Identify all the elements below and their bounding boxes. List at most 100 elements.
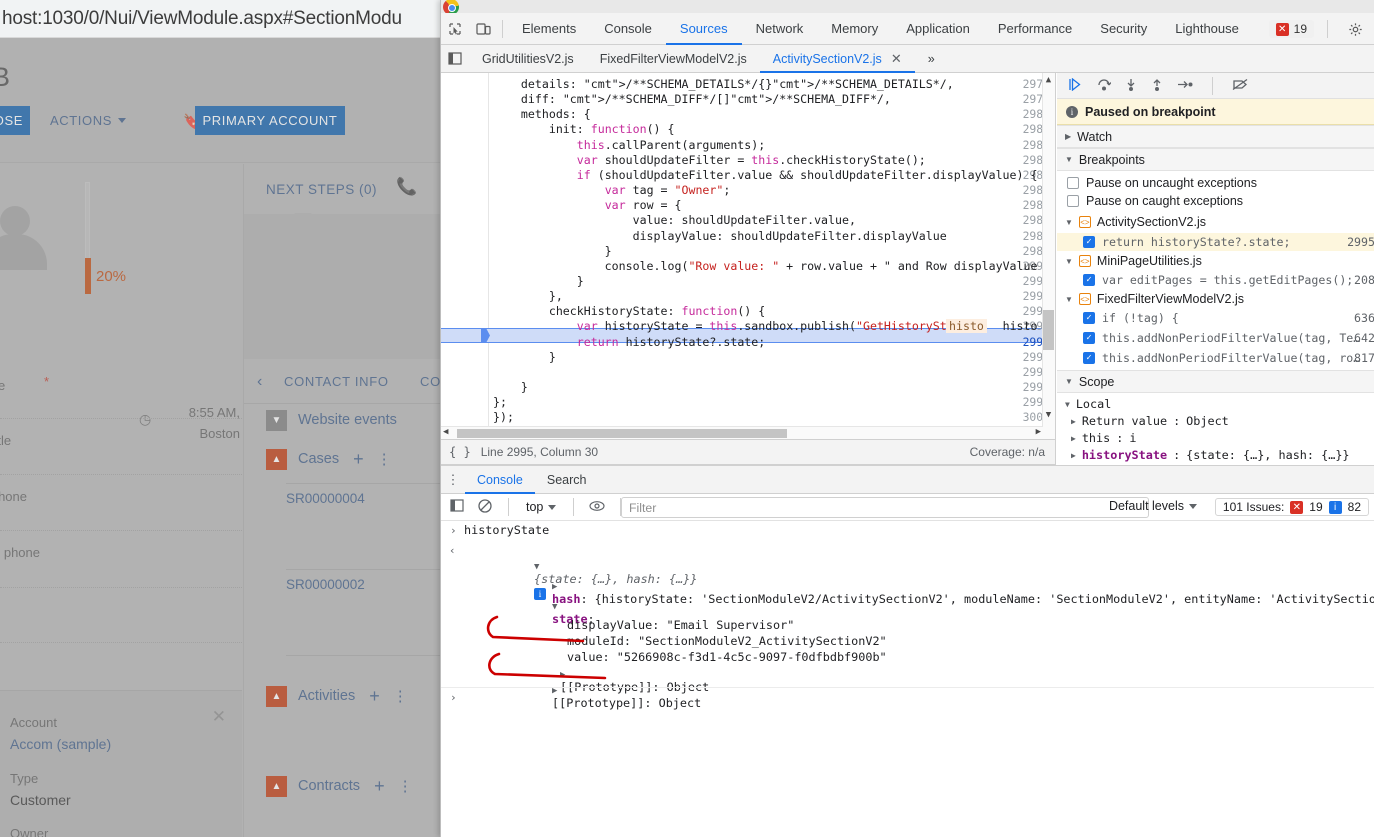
form-field-name[interactable]: ame * [0,364,242,419]
list-item[interactable]: SR00000004 [286,491,365,506]
form-field-mobilephone[interactable]: e phone [0,475,242,531]
inspect-element-icon[interactable] [441,13,469,45]
chevron-up-icon[interactable]: ▲ [266,685,287,707]
scroll-down-icon[interactable]: ▼ [1043,410,1054,423]
breakpoint-item[interactable]: ✓ this.addNonPeriodFilterValue(tag, Te… [1083,331,1360,345]
scroll-up-icon[interactable]: ▲ [1043,75,1054,88]
breakpoint-item[interactable]: ✓ return historyState?.state; [1083,235,1290,249]
breakpoint-marker[interactable] [481,328,490,343]
editor-horizontal-scrollbar[interactable]: ◀ ▶ [441,426,1043,439]
source-code-editor[interactable]: 2978 details: "cmt">/**SCHEMA_DETAILS*/{… [441,73,1056,439]
console-prompt-input[interactable] [464,690,1344,706]
checkbox[interactable]: ✓ [1083,332,1095,344]
tab-sources[interactable]: Sources [666,13,742,45]
code-line[interactable]: } [493,274,584,288]
log-level-selector[interactable]: Default levels [1109,499,1197,513]
code-line[interactable]: displayValue: shouldUpdateFilter.display… [493,229,947,243]
chevron-up-icon[interactable]: ▲ [266,775,287,797]
list-item[interactable]: SR00000002 [286,577,365,592]
drawer-tab-console[interactable]: Console [465,466,535,494]
breakpoint-item[interactable]: ✓ var editPages = this.getEditPages(); [1083,273,1353,287]
file-tab-fixedfilterviewmodel[interactable]: FixedFilterViewModelV2.js [587,45,760,73]
code-line[interactable]: methods: { [493,107,591,121]
code-line[interactable]: this.callParent(arguments); [493,138,765,152]
scope-local-header[interactable]: ▼ Local [1065,397,1111,411]
pause-caught-exceptions-row[interactable]: Pause on caught exceptions [1067,194,1243,208]
code-line[interactable]: var shouldUpdateFilter = this.checkHisto… [493,153,926,167]
close-button[interactable]: OSE [0,106,30,135]
live-expression-icon[interactable] [587,499,607,515]
checkbox[interactable]: ✓ [1083,352,1095,364]
checkbox[interactable]: ✓ [1083,236,1095,248]
next-steps-header[interactable]: NEXT STEPS (0) 📞 [244,164,456,214]
code-line[interactable]: details: "cmt">/**SCHEMA_DETAILS*/{}"cmt… [493,77,954,91]
checkbox[interactable] [1067,177,1079,189]
tab-lighthouse[interactable]: Lighthouse [1161,13,1253,45]
scope-item-return-value[interactable]: ▶ Return value: Object [1071,414,1229,428]
breakpoints-section-header[interactable]: ▼ Breakpoints [1057,148,1374,171]
code-line[interactable]: diff: "cmt">/**SCHEMA_DIFF*/[]"cmt">/**S… [493,92,891,106]
breakpoint-item[interactable]: ✓ if (!tag) { [1083,311,1179,325]
code-line[interactable]: console.log("Row value: " + row.value + … [493,259,1038,273]
resume-icon[interactable] [1069,77,1083,94]
actions-button[interactable]: ACTIONS [50,106,126,135]
breakpoint-file-fixedfilterviewmodel[interactable]: ▼ <> FixedFilterViewModelV2.js [1065,292,1244,306]
chevron-down-icon[interactable]: ▼ [266,409,287,431]
section-website-events[interactable]: ▼ Website events [244,405,456,435]
tab-console[interactable]: Console [590,13,666,45]
console-context-selector[interactable]: top [522,500,560,514]
error-count-badge[interactable]: ✕ 19 [1268,20,1314,38]
breakpoint-item[interactable]: ✓ this.addNonPeriodFilterValue(tag, ro… [1083,351,1360,365]
gear-icon[interactable] [1341,13,1369,45]
code-line[interactable]: if (shouldUpdateFilter.value && shouldUp… [493,168,1038,182]
tab-security[interactable]: Security [1086,13,1161,45]
console-filter-input[interactable]: Filter [621,497,1149,518]
more-options-icon[interactable]: ⋮ [398,777,413,795]
tab-memory[interactable]: Memory [817,13,892,45]
drawer-tab-search[interactable]: Search [535,466,599,494]
code-line[interactable]: } [493,350,556,364]
code-line[interactable]: value: shouldUpdateFilter.value, [493,213,856,227]
code-line[interactable]: var tag = "Owner"; [493,183,731,197]
chevron-left-icon[interactable]: ‹ [257,373,262,391]
breakpoint-file-activitysection[interactable]: ▼ <> ActivitySectionV2.js [1065,215,1206,229]
checkbox[interactable] [1067,195,1079,207]
section-activities[interactable]: ▲ Activities + ⋮ [244,681,456,711]
tab-network[interactable]: Network [742,13,818,45]
more-file-tabs-icon[interactable]: » [915,45,948,73]
add-case-icon[interactable]: + [353,449,364,470]
more-options-icon[interactable]: ⋮ [377,450,392,468]
primary-account-button[interactable]: PRIMARY ACCOUNT [195,106,345,135]
console-sidebar-icon[interactable] [447,499,467,515]
code-line[interactable]: }, [493,289,563,303]
add-contract-icon[interactable]: + [374,776,385,797]
scrollbar-thumb[interactable] [457,429,787,438]
breakpoint-file-minipageutilities[interactable]: ▼ <> MiniPageUtilities.js [1065,254,1202,268]
code-line[interactable]: checkHistoryState: function() { [493,304,765,318]
form-field-extra[interactable] [0,588,242,643]
deactivate-breakpoints-icon[interactable] [1232,78,1248,94]
editor-vertical-scrollbar[interactable]: ▲ ▼ [1042,73,1055,439]
section-cases[interactable]: ▲ Cases + ⋮ [244,444,456,474]
code-line[interactable]: }; [493,395,507,409]
issues-badge[interactable]: 101 Issues: ✕ 19 i 82 [1214,498,1369,516]
file-tab-gridutilities[interactable]: GridUtilitiesV2.js [469,45,587,73]
step-out-icon[interactable] [1151,78,1163,94]
tab-application[interactable]: Application [892,13,984,45]
checkbox[interactable]: ✓ [1083,312,1095,324]
tab-elements[interactable]: Elements [508,13,590,45]
phone-icon[interactable]: 📞 [396,177,417,197]
account-value[interactable]: Accom (sample) [10,736,111,752]
add-activity-icon[interactable]: + [369,686,380,707]
close-icon[interactable]: ✕ [891,51,902,67]
browser-url-bar[interactable]: host:1030/0/Nui/ViewModule.aspx#SectionM… [0,0,455,38]
code-line[interactable]: } [493,380,528,394]
more-options-icon[interactable]: ⋮ [441,466,465,494]
clear-console-icon[interactable] [475,498,495,516]
watch-section-header[interactable]: ▶ Watch [1057,125,1374,148]
scroll-right-icon[interactable]: ▶ [1036,427,1041,437]
scope-section-header[interactable]: ▼ Scope [1057,370,1374,393]
more-options-icon[interactable]: ⋮ [393,687,408,705]
chevron-up-icon[interactable]: ▲ [266,448,287,470]
section-contracts[interactable]: ▲ Contracts + ⋮ [244,771,456,801]
